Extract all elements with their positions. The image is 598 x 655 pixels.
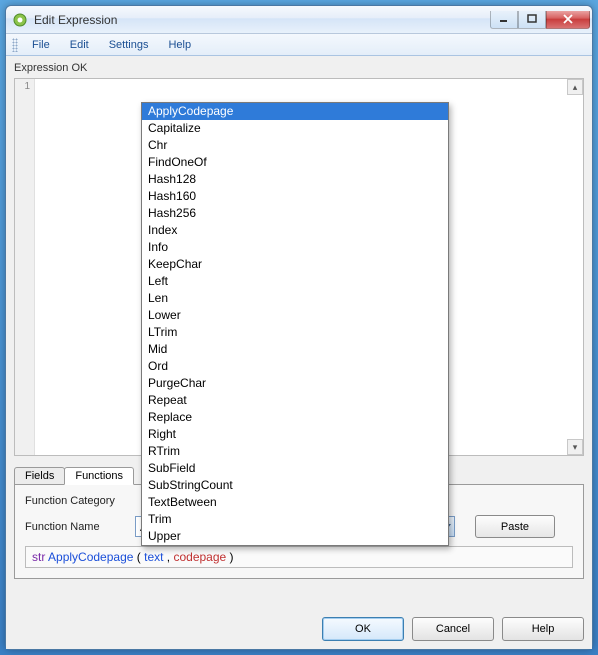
dropdown-option[interactable]: Trim xyxy=(142,511,448,528)
dropdown-option[interactable]: SubStringCount xyxy=(142,477,448,494)
menu-file[interactable]: File xyxy=(22,37,60,53)
signature-open: ( xyxy=(137,550,141,564)
signature-close: ) xyxy=(230,550,234,564)
gutter-line-1: 1 xyxy=(15,81,30,92)
dropdown-option[interactable]: Chr xyxy=(142,137,448,154)
edit-expression-window: Edit Expression File Edit Settings Help … xyxy=(5,5,593,650)
dropdown-option[interactable]: Ord xyxy=(142,358,448,375)
editor-scroll-up[interactable]: ▴ xyxy=(567,79,583,95)
dialog-footer: OK Cancel Help xyxy=(6,607,592,649)
signature-return-type: str xyxy=(32,550,45,564)
dropdown-option[interactable]: Lower xyxy=(142,307,448,324)
titlebar: Edit Expression xyxy=(6,6,592,34)
maximize-button[interactable] xyxy=(518,11,546,29)
dropdown-option[interactable]: ApplyCodepage xyxy=(142,103,448,120)
dropdown-option[interactable]: Left xyxy=(142,273,448,290)
editor-gutter: 1 xyxy=(15,79,35,455)
dropdown-option[interactable]: LTrim xyxy=(142,324,448,341)
dropdown-option[interactable]: Mid xyxy=(142,341,448,358)
window-title: Edit Expression xyxy=(34,13,490,27)
dropdown-option[interactable]: TextBetween xyxy=(142,494,448,511)
dropdown-option[interactable]: SubField xyxy=(142,460,448,477)
menubar: File Edit Settings Help xyxy=(6,34,592,56)
label-function-name: Function Name xyxy=(25,521,135,533)
menu-settings[interactable]: Settings xyxy=(99,37,159,53)
close-button[interactable] xyxy=(546,11,590,29)
window-buttons xyxy=(490,11,590,29)
tab-fields[interactable]: Fields xyxy=(14,467,65,485)
dropdown-option[interactable]: Index xyxy=(142,222,448,239)
menu-grip-icon xyxy=(12,38,18,52)
dropdown-option[interactable]: Capitalize xyxy=(142,120,448,137)
signature-function-name: ApplyCodepage xyxy=(48,550,133,564)
paste-button[interactable]: Paste xyxy=(475,515,555,538)
dropdown-option[interactable]: FindOneOf xyxy=(142,154,448,171)
dropdown-option[interactable]: Hash256 xyxy=(142,205,448,222)
expression-status: Expression OK xyxy=(14,62,584,74)
signature-arg-text: text xyxy=(144,550,163,564)
dropdown-option[interactable]: KeepChar xyxy=(142,256,448,273)
menu-help[interactable]: Help xyxy=(158,37,201,53)
cancel-button[interactable]: Cancel xyxy=(412,617,494,641)
dropdown-option[interactable]: Repeat xyxy=(142,392,448,409)
ok-button[interactable]: OK xyxy=(322,617,404,641)
function-dropdown-list[interactable]: ApplyCodepageCapitalizeChrFindOneOfHash1… xyxy=(141,102,449,546)
signature-arg-codepage: codepage xyxy=(173,550,226,564)
menu-edit[interactable]: Edit xyxy=(60,37,99,53)
dropdown-option[interactable]: Info xyxy=(142,239,448,256)
dropdown-option[interactable]: RTrim xyxy=(142,443,448,460)
dropdown-option[interactable]: Right xyxy=(142,426,448,443)
dropdown-option[interactable]: Hash128 xyxy=(142,171,448,188)
dropdown-option[interactable]: Hash160 xyxy=(142,188,448,205)
dropdown-option[interactable]: Len xyxy=(142,290,448,307)
editor-scroll-down[interactable]: ▾ xyxy=(567,439,583,455)
dropdown-option[interactable]: Replace xyxy=(142,409,448,426)
function-signature: str ApplyCodepage ( text , codepage ) xyxy=(25,546,573,568)
help-button[interactable]: Help xyxy=(502,617,584,641)
label-function-category: Function Category xyxy=(25,495,135,507)
app-icon xyxy=(12,12,28,28)
tab-functions[interactable]: Functions xyxy=(64,467,134,485)
dropdown-option[interactable]: Upper xyxy=(142,528,448,545)
minimize-button[interactable] xyxy=(490,11,518,29)
dropdown-option[interactable]: PurgeChar xyxy=(142,375,448,392)
